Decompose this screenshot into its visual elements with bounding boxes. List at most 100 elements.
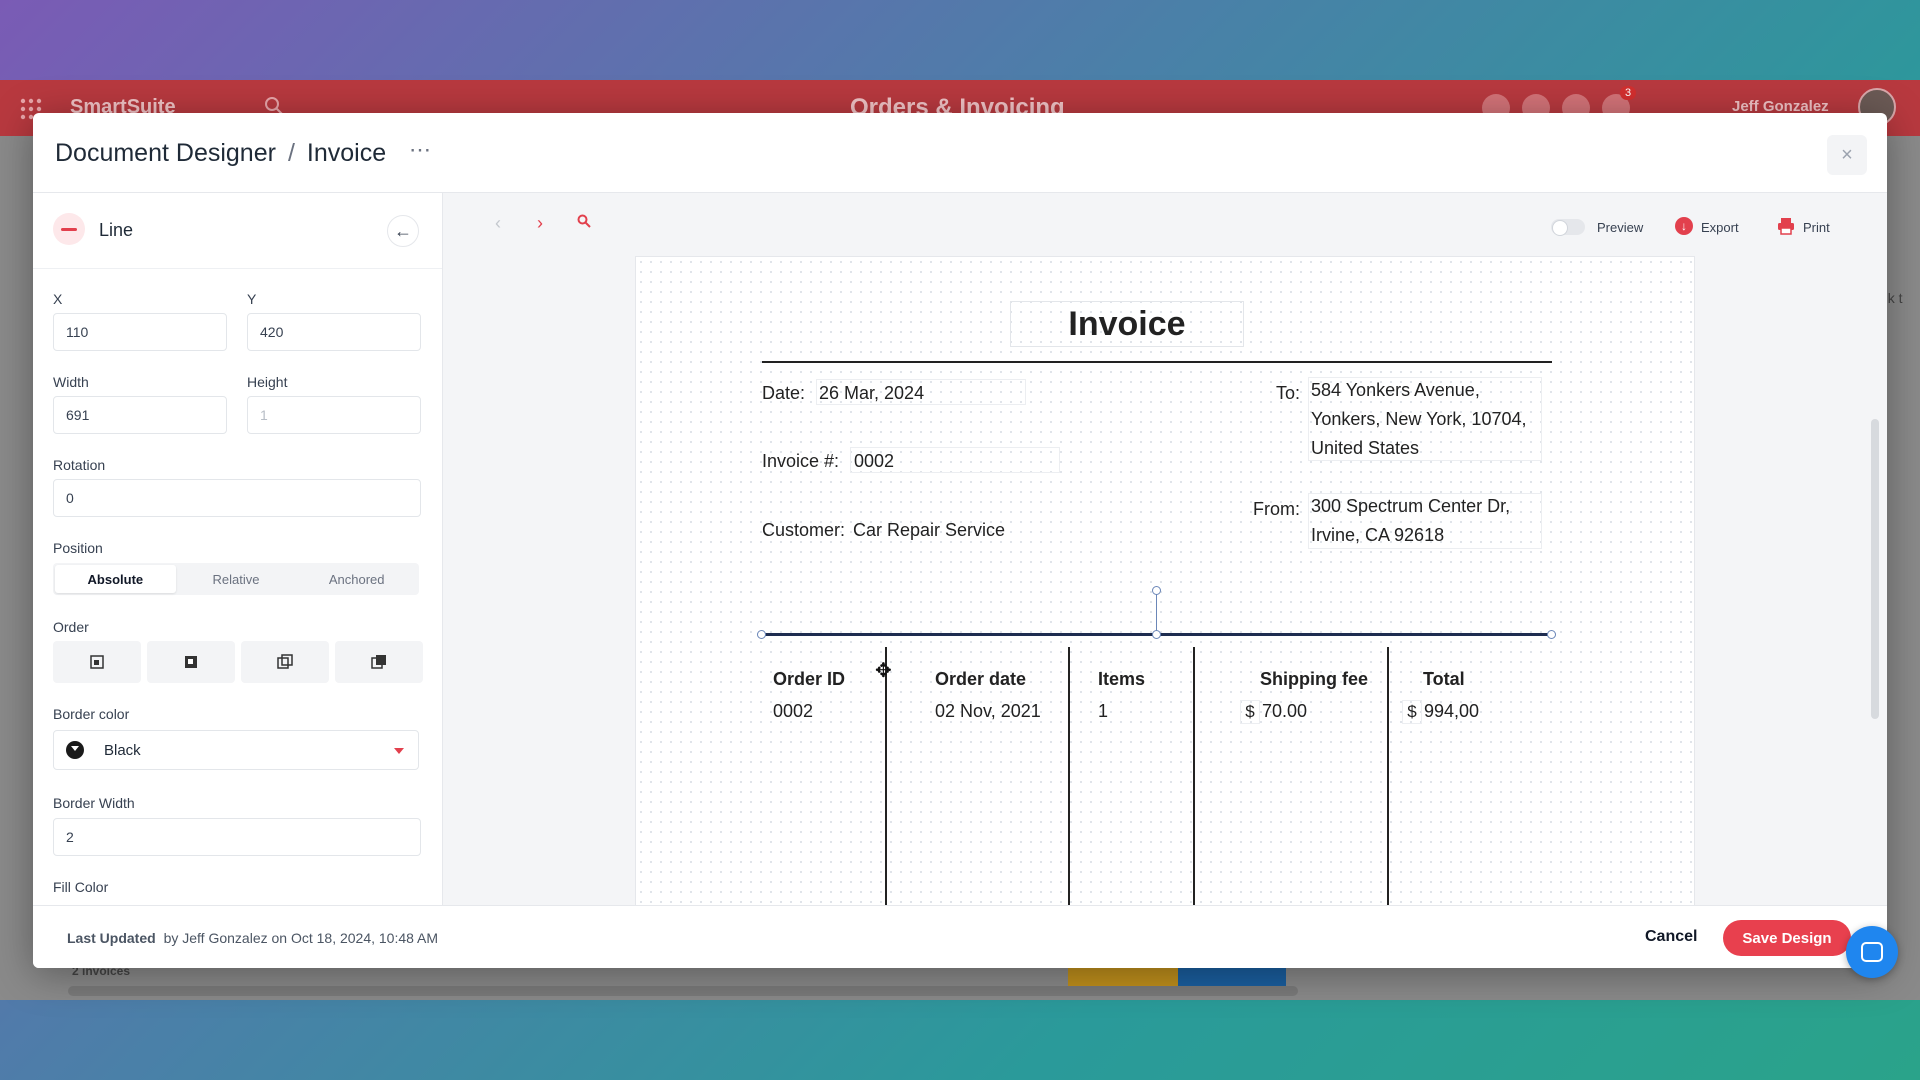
design-canvas-area: ‹ › Preview ↓ Export Print Invoice Date: [443, 193, 1887, 907]
resize-handle-left[interactable] [757, 630, 766, 639]
chat-support-button[interactable] [1846, 926, 1898, 978]
table-header[interactable]: Order ID [773, 669, 845, 690]
zoom-icon[interactable] [577, 214, 591, 228]
breadcrumb-current: Invoice [306, 139, 387, 167]
rotation-handle[interactable] [1152, 586, 1161, 595]
more-options-icon[interactable]: ⋯ [409, 137, 432, 163]
position-anchored[interactable]: Anchored [296, 565, 417, 593]
currency-symbol[interactable]: $ [1240, 700, 1260, 724]
panel-header: Line ← [33, 193, 442, 269]
export-button[interactable]: Export [1701, 220, 1739, 235]
header-rule[interactable] [762, 361, 1552, 363]
back-button[interactable]: ← [387, 215, 419, 247]
send-backward-icon [277, 654, 293, 669]
column-divider[interactable] [1387, 647, 1389, 907]
table-header[interactable]: Total [1423, 669, 1465, 690]
fill-color-label: Fill Color [53, 879, 109, 895]
border-width-label: Border Width [53, 795, 135, 811]
position-absolute[interactable]: Absolute [55, 565, 176, 593]
border-color-value: Black [104, 742, 141, 759]
x-label: X [53, 291, 63, 307]
x-input[interactable]: 110 [53, 313, 227, 351]
chevron-down-icon [394, 748, 404, 754]
last-updated-text: by Jeff Gonzalez on Oct 18, 2024, 10:48 … [163, 930, 439, 946]
canvas-toolbar: ‹ › Preview ↓ Export Print [443, 193, 1887, 257]
from-address: 300 Spectrum Center Dr, Irvine, CA 92618 [1311, 492, 1510, 550]
order-controls [53, 641, 423, 683]
column-divider[interactable] [885, 647, 887, 907]
table-header[interactable]: Items [1098, 669, 1145, 690]
breadcrumb-root[interactable]: Document Designer [55, 139, 276, 168]
invoice-title[interactable]: Invoice [1010, 301, 1244, 347]
export-icon[interactable]: ↓ [1675, 217, 1693, 235]
width-input[interactable]: 691 [53, 396, 227, 434]
send-to-back-button[interactable] [53, 641, 141, 683]
column-divider[interactable] [1193, 647, 1195, 907]
shipping-fee-cell[interactable]: 70.00 [1262, 701, 1307, 722]
from-address-line: Irvine, CA 92618 [1311, 525, 1445, 545]
chevron-left-icon[interactable]: ‹ [495, 213, 501, 234]
order-date-cell[interactable]: 02 Nov, 2021 [935, 701, 1041, 722]
cancel-button[interactable]: Cancel [1637, 924, 1705, 950]
border-color-label: Border color [53, 706, 130, 722]
to-address-line: Yonkers, New York, 10704, [1311, 409, 1527, 429]
last-updated-label: Last Updated [67, 930, 156, 946]
table-header[interactable]: Shipping fee [1260, 669, 1368, 690]
send-backward-button[interactable] [241, 641, 329, 683]
total-cell[interactable]: 994,00 [1424, 701, 1479, 722]
to-address-line: United States [1311, 438, 1420, 458]
date-label[interactable]: Date: [762, 383, 805, 404]
bring-forward-button[interactable] [335, 641, 423, 683]
rotation-label: Rotation [53, 457, 106, 473]
to-label[interactable]: To: [1276, 383, 1300, 404]
invoice-number-label[interactable]: Invoice #: [762, 451, 839, 472]
print-button[interactable]: Print [1803, 220, 1830, 235]
column-divider[interactable] [1068, 647, 1070, 907]
modal-header: Document Designer / Invoice ⋯ × [33, 113, 1887, 193]
rotation-input[interactable]: 0 [53, 479, 421, 517]
invoice-number-value: 0002 [854, 451, 895, 471]
border-width-input[interactable]: 2 [53, 818, 421, 856]
bring-to-front-button[interactable] [147, 641, 235, 683]
to-address: 584 Yonkers Avenue, Yonkers, New York, 1… [1311, 376, 1526, 463]
modal-footer: Last Updated by Jeff Gonzalez on Oct 18,… [33, 905, 1887, 968]
position-label: Position [53, 540, 103, 556]
bring-forward-icon [371, 655, 386, 669]
items-cell[interactable]: 1 [1098, 701, 1108, 722]
document-designer-modal: Document Designer / Invoice ⋯ × Line ← X… [33, 113, 1887, 968]
preview-label[interactable]: Preview [1597, 220, 1643, 235]
from-address-line: 300 Spectrum Center Dr, [1311, 496, 1511, 516]
customer-label[interactable]: Customer: [762, 520, 845, 541]
from-label[interactable]: From: [1253, 499, 1300, 520]
currency-symbol[interactable]: $ [1402, 700, 1422, 724]
properties-panel: Line ← X 110 Y 420 Width 691 Height 1 Ro… [33, 193, 443, 905]
resize-handle-right[interactable] [1547, 630, 1556, 639]
color-swatch-icon [66, 741, 84, 759]
notification-badge: 3 [1620, 86, 1637, 100]
panel-title: Line [99, 220, 134, 240]
breadcrumb-separator: / [287, 139, 295, 167]
width-label: Width [53, 374, 89, 390]
border-color-select[interactable]: Black [53, 730, 419, 770]
move-cursor-icon: ✥ [875, 660, 892, 682]
preview-toggle[interactable] [1551, 219, 1585, 236]
customer-value[interactable]: Car Repair Service [853, 520, 1005, 541]
line-element-icon [53, 213, 85, 245]
chat-icon [1861, 942, 1883, 962]
order-id-cell[interactable]: 0002 [773, 701, 813, 722]
chevron-right-icon[interactable]: › [537, 213, 543, 234]
close-button[interactable]: × [1827, 135, 1867, 175]
table-header[interactable]: Order date [935, 669, 1026, 690]
height-label: Height [247, 374, 288, 390]
y-input[interactable]: 420 [247, 313, 421, 351]
resize-handle-center[interactable] [1152, 630, 1161, 639]
canvas-scrollbar[interactable] [1871, 419, 1879, 719]
background-scrollbar[interactable] [68, 986, 1298, 996]
save-design-button[interactable]: Save Design [1723, 920, 1851, 956]
position-relative[interactable]: Relative [176, 565, 297, 593]
height-input[interactable]: 1 [247, 396, 421, 434]
order-label: Order [53, 619, 89, 635]
close-icon: × [1841, 143, 1853, 166]
invoice-page[interactable]: Invoice Date: 26 Mar, 2024 Invoice #: 00… [636, 257, 1694, 907]
printer-icon[interactable] [1777, 217, 1795, 235]
